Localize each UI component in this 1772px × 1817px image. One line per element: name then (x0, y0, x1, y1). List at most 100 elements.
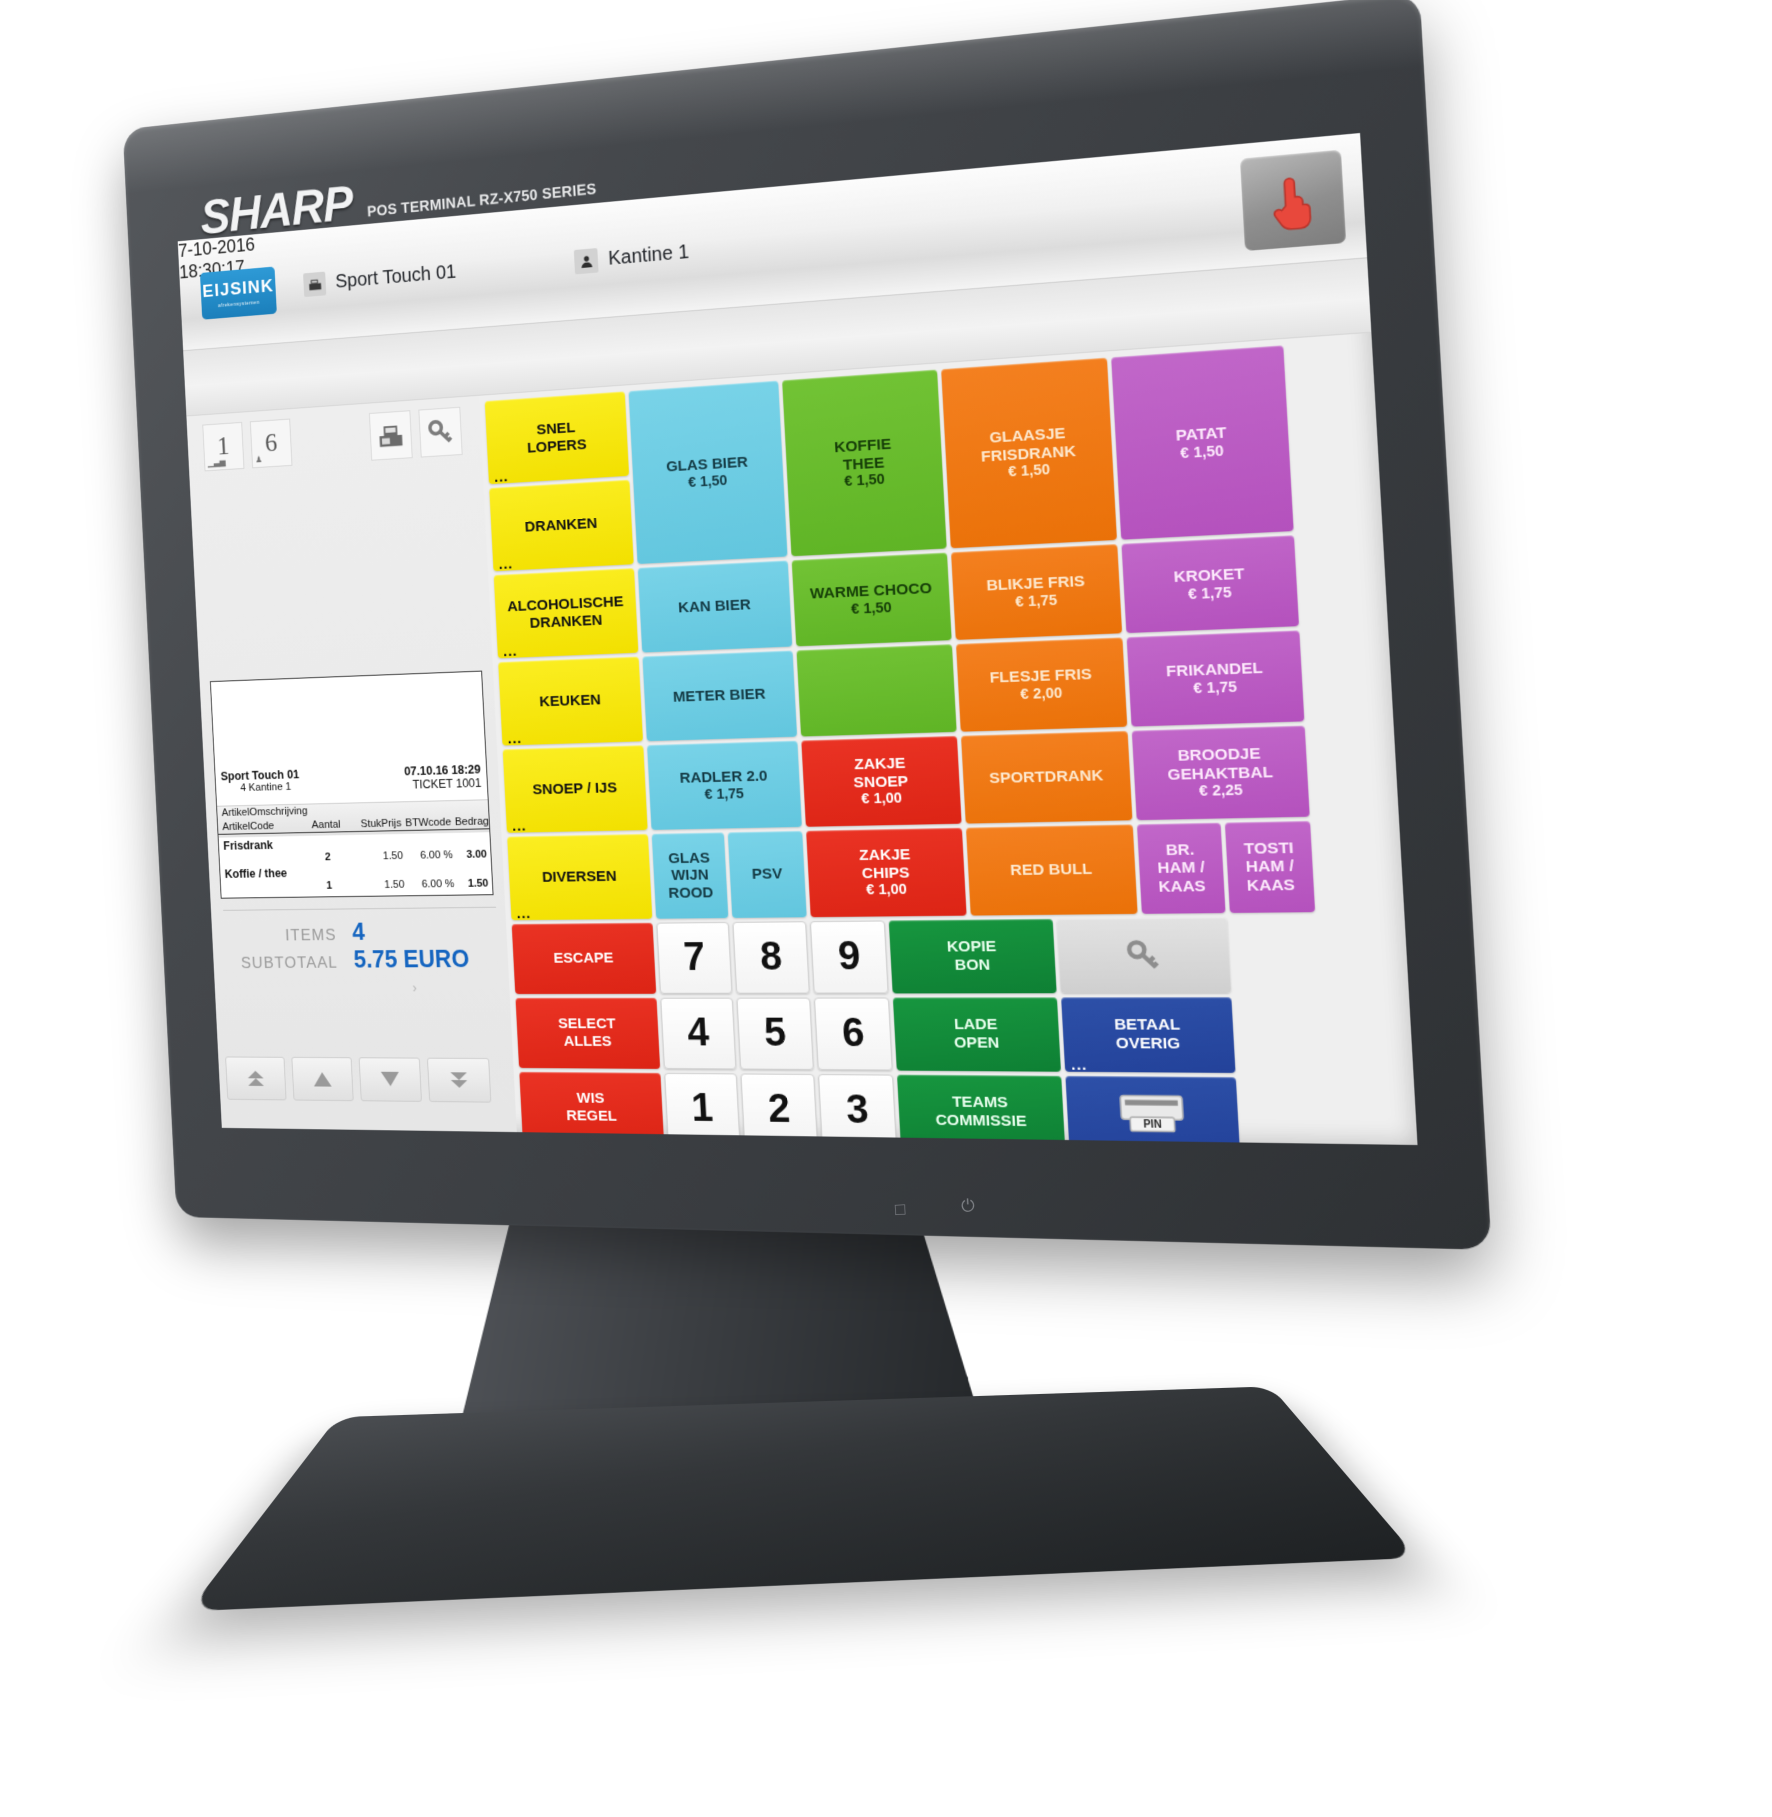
select-alles-button[interactable]: SELECT ALLES (515, 998, 660, 1069)
item-warme-choco[interactable]: WARME CHOCO € 1,50 (792, 553, 952, 647)
touch-lock-button[interactable] (1240, 150, 1346, 251)
key-icon-button[interactable] (1057, 917, 1231, 993)
cell-line1: DIVERSEN (542, 868, 617, 886)
monitor-stage: SHARP POS TERMINAL RZ-X750 SERIES EIJSIN… (0, 0, 1772, 1817)
cell-line1: WIS (576, 1090, 604, 1108)
cell-line1: BETAAL (1114, 1016, 1181, 1035)
key-1[interactable]: 1 (664, 1073, 740, 1145)
cell-line1: TEAMS (952, 1094, 1009, 1113)
cell-price: € 1,50 (1008, 462, 1051, 481)
key-6[interactable]: 6 (814, 998, 893, 1071)
line-stukprijs: 1.50 (353, 878, 405, 894)
expand-caret-icon[interactable]: › (412, 980, 417, 995)
item-meter-bier[interactable]: METER BIER (642, 651, 797, 742)
item-kan-bier[interactable]: KAN BIER (638, 560, 793, 652)
scroll-up-button[interactable] (291, 1057, 353, 1101)
item-psv[interactable]: PSV (728, 831, 807, 918)
key-9[interactable]: 9 (810, 920, 889, 993)
cell-line1: KEUKEN (539, 692, 601, 711)
category-dranken[interactable]: DRANKEN ... (489, 480, 634, 572)
menu-button-icon[interactable]: □ (895, 1200, 906, 1221)
cell-price: € 1,00 (866, 882, 907, 899)
user-icon (574, 248, 599, 274)
scroll-down-button[interactable] (359, 1057, 422, 1102)
item-frikandel[interactable]: FRIKANDEL € 1,75 (1127, 630, 1305, 726)
cell-line2: WIJN (671, 867, 709, 885)
cell-line1: SNOEP / IJS (532, 780, 617, 799)
line-btw: 6.00 % (404, 878, 455, 894)
category-snel-lopers[interactable]: SNEL LOPERS ... (485, 391, 629, 484)
item-red-bull[interactable]: RED BULL (966, 824, 1138, 915)
key-5[interactable]: 5 (736, 998, 813, 1070)
lade-open-button[interactable]: LADE OPEN (893, 997, 1061, 1071)
cell-line1: METER BIER (673, 686, 767, 707)
cell-line1: SPORTDRANK (989, 767, 1104, 788)
category-diversen[interactable]: DIVERSEN ... (507, 834, 652, 920)
totals-panel: ITEMS 4 SUBTOTAAL 5.75 EURO › (223, 907, 499, 975)
item-glaasje-frisdrank[interactable]: GLAASJE FRISDRANK € 1,50 (941, 358, 1117, 549)
key-8[interactable]: 8 (732, 921, 809, 993)
item-sportdrank[interactable]: SPORTDRANK (961, 731, 1132, 824)
item-radler[interactable]: RADLER 2.0 € 1,75 (647, 741, 802, 830)
key-2[interactable]: 2 (740, 1073, 817, 1145)
category-alcoholische-dranken[interactable]: ALCOHOLISCHE DRANKEN ... (494, 568, 639, 658)
key-4[interactable]: 4 (660, 998, 736, 1070)
line-aantal: 1 (305, 879, 354, 894)
receipt-subtitle: ArtikelOmschrijving (221, 805, 307, 818)
scroll-bottom-button[interactable] (427, 1058, 491, 1103)
power-button-icon[interactable]: ⏻ (961, 1196, 975, 1217)
item-zakje-snoep[interactable]: ZAKJE SNOEP € 1,00 (801, 736, 961, 827)
monitor-base (188, 1386, 1417, 1611)
receipt-line[interactable]: Koffie / thee 1 1.50 6.00 % 1.50 (220, 863, 492, 896)
user-indicator-value: 6 (264, 428, 278, 459)
betaal-overig-button[interactable]: BETAAL OVERIG ... (1061, 997, 1235, 1073)
item-broodje-gehaktbal[interactable]: BROODJE GEHAKTBAL € 2,25 (1132, 726, 1310, 821)
items-label: ITEMS (224, 926, 353, 946)
item-flesje-fris[interactable]: FLESJE FRIS € 2,00 (956, 637, 1127, 731)
teams-commissie-button[interactable]: TEAMS COMMISSIE (897, 1075, 1065, 1145)
cell-line1: KOPIE (946, 938, 996, 956)
cell-price: € 2,25 (1199, 783, 1244, 801)
cell-line3: KAAS (1158, 877, 1206, 896)
function-row: SELECT ALLES 4 5 6 LADE OPEN BETAAL OVER… (515, 997, 1411, 1074)
pin-button[interactable]: PIN (1065, 1076, 1240, 1145)
key-icon[interactable] (418, 407, 462, 458)
item-kroket[interactable]: KROKET € 1,75 (1121, 535, 1299, 633)
item-green-empty[interactable] (796, 644, 956, 736)
more-dots-icon: ... (503, 647, 518, 656)
kopie-bon-button[interactable]: KOPIE BON (889, 919, 1057, 994)
product-button-grid: SNEL LOPERS ... DRANKEN ... GLAS BIER € … (485, 339, 1418, 1145)
cell-line1: BLIKJE FRIS (986, 573, 1085, 596)
user-indicator-box[interactable]: 6 ♟ (250, 419, 293, 469)
item-patat[interactable]: PATAT € 1,50 (1111, 345, 1294, 539)
item-glas-bier[interactable]: GLAS BIER € 1,50 (629, 381, 788, 564)
category-snoep-ijs[interactable]: SNOEP / IJS ... (503, 745, 648, 833)
item-koffie-thee[interactable]: KOFFIE THEE € 1,50 (782, 370, 947, 557)
subtotal-value: 5.75 EURO (353, 946, 470, 974)
item-glas-wijn-rood[interactable]: GLAS WIJN ROOD (652, 832, 729, 918)
user-name: Kantine 1 (608, 241, 690, 270)
item-blikje-fris[interactable]: BLIKJE FRIS € 1,75 (951, 544, 1122, 640)
wis-regel-button[interactable]: WIS REGEL (519, 1072, 664, 1144)
subtotal-label: SUBTOTAAL (225, 953, 354, 973)
cash-register-icon[interactable] (369, 410, 413, 461)
escape-button[interactable]: ESCAPE (512, 923, 657, 994)
scroll-top-button[interactable] (225, 1056, 286, 1100)
line-btw: 6.00 % (403, 849, 454, 865)
receipt-line[interactable]: Frisdrank 2 1.50 6.00 % 3.00 (219, 834, 491, 867)
category-column: SNEL LOPERS ... DRANKEN ... (485, 391, 634, 571)
item-br-ham-kaas[interactable]: BR. HAM / KAAS (1137, 823, 1226, 914)
cell-price: € 1,50 (851, 599, 892, 617)
cell-line1: ZAKJE (854, 755, 906, 774)
cell-line2: REGEL (566, 1107, 617, 1125)
signal-indicator[interactable]: 1 ▁▃▅ (202, 422, 244, 471)
cell-line2: BON (954, 956, 990, 974)
item-zakje-chips[interactable]: ZAKJE CHIPS € 1,00 (806, 828, 967, 917)
key-7[interactable]: 7 (656, 922, 732, 994)
line-aantal: 2 (303, 851, 352, 867)
category-keuken[interactable]: KEUKEN ... (498, 657, 643, 746)
line-bedrag: 1.50 (454, 877, 493, 893)
item-tosti-ham-kaas[interactable]: TOSTI HAM / KAAS (1225, 821, 1315, 913)
key-3[interactable]: 3 (818, 1074, 897, 1145)
double-up-arrow-icon (244, 1068, 268, 1089)
